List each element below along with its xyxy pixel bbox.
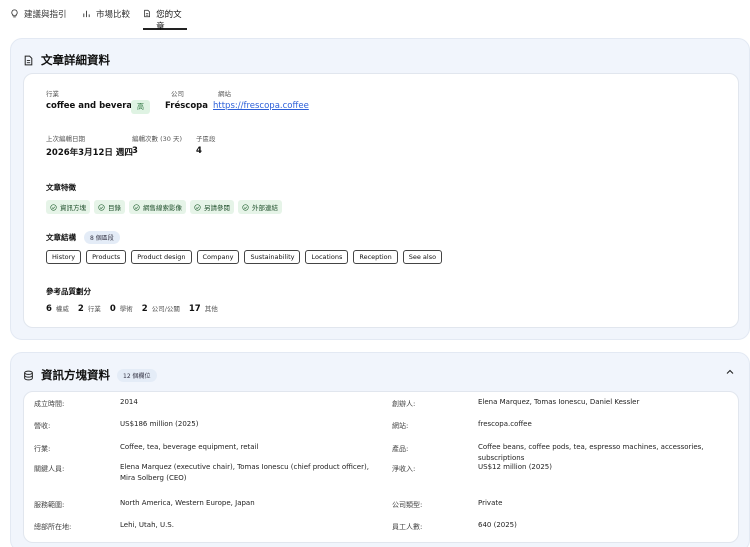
infobox-key: 總部所在地: [34,523,72,531]
quality-count: 0 [109,304,116,314]
infobox-value: 2014 [120,398,138,406]
editors-label: 編輯次數 (30 天) [132,135,182,143]
section-chip-sustainability[interactable]: Sustainability [244,250,301,264]
infobox-value: Elena Marquez (executive chair), Tomas I… [120,463,369,482]
infobox-header[interactable]: 資訊方塊資料 12 個欄位 [23,367,157,383]
quality-label: 權威 [55,305,69,313]
tab-label: 建議與指引 [24,10,67,20]
check-circle-icon [98,203,105,211]
infobox-value: US$186 million (2025) [120,420,199,428]
lightbulb-icon [11,9,18,18]
feature-chip: 目錄 [94,200,125,214]
quality-count: 6 [46,304,52,314]
infobox-value: 640 (2025) [478,521,517,529]
section-chip-history[interactable]: History [46,250,82,264]
feature-chip: 網售線索影像 [129,200,186,214]
quality-label: 學術 [119,305,133,313]
document-icon [144,9,150,18]
tab-label: 您的文章 [156,10,182,32]
article-details-panel: 文章詳細資料 行業 coffee and beverages 高 公司 Frés… [10,38,750,340]
feature-chip: 資訊方塊 [46,200,90,214]
company-label: 公司 [171,90,184,98]
subsections-label: 子區段 [196,135,216,143]
infobox-value: Coffee beans, coffee pods, tea, espresso… [478,443,704,462]
quality-title: 參考品質劃分 [46,287,91,296]
infobox-value: frescopa.coffee [478,420,532,428]
infobox-key: 營收: [34,422,51,430]
tab-market-comparison[interactable]: 市場比較 [82,8,130,30]
article-details-card: 行業 coffee and beverages 高 公司 Fréscopa 網站… [23,73,739,328]
infobox-value: Lehi, Utah, U.S. [120,521,174,529]
features-title: 文章特徵 [46,183,76,192]
infobox-key: 公司類型: [392,501,423,509]
quality-label: 其他 [204,305,218,313]
infobox-value: North America, Western Europe, Japan [120,499,255,507]
chevron-up-icon[interactable] [725,367,735,377]
infobox-key: 服務範圍: [34,501,65,509]
section-chip-company[interactable]: Company [196,250,240,264]
infobox-value: Private [478,499,503,507]
last-edited-label: 上次編輯日期 [46,135,85,143]
infobox-panel: 資訊方塊資料 12 個欄位 成立時間: 2014 創辦人: Elena Marq… [10,352,750,547]
infobox-value: US$12 million (2025) [478,463,552,471]
feature-chip: 外部連結 [238,200,282,214]
section-chip-reception[interactable]: Reception [353,250,398,264]
check-circle-icon [194,203,201,211]
infobox-key: 行業: [34,445,51,453]
website-link[interactable]: https://frescopa.coffee [213,101,309,111]
infobox-key: 淨收入: [392,465,416,473]
subsections-value: 4 [196,146,202,156]
quality-count: 17 [188,304,201,314]
features-list: 資訊方塊 目錄 網售線索影像 另請參閱 外部連結 [46,200,282,214]
editors-value: 3 [132,146,138,156]
infobox-key: 產品: [392,445,409,453]
section-chip-locations[interactable]: Locations [305,250,349,264]
structure-count-badge: 8 個區段 [84,231,120,244]
bar-chart-icon [83,10,90,18]
structure-title: 文章結構 [46,233,76,242]
document-icon [24,55,33,65]
section-chip-see-also[interactable]: See also [402,250,443,264]
tab-label: 市場比較 [96,10,131,20]
last-edited-value: 2026年3月12日 週四 [46,148,133,158]
quality-breakdown: 6 權威 2 行業 0 學術 2 公司/公關 17 其他 [46,303,227,314]
check-circle-icon [133,203,140,211]
infobox-key: 創辦人: [392,400,416,408]
tab-your-article[interactable]: 您的文章 [143,8,187,32]
check-circle-icon [50,203,57,211]
database-icon [24,370,33,380]
industry-label: 行業 [46,90,59,98]
quality-count: 2 [141,304,148,314]
infobox-value: Elena Marquez, Tomas Ionescu, Daniel Kes… [478,398,640,406]
panel-title: 文章詳細資料 [41,53,110,67]
section-chip-product-design[interactable]: Product design [131,250,192,264]
infobox-key: 關鍵人員: [34,465,65,473]
section-chip-products[interactable]: Products [86,250,127,264]
panel-title: 資訊方塊資料 [41,368,110,382]
check-circle-icon [242,203,249,211]
infobox-value: Coffee, tea, beverage equipment, retail [120,443,259,451]
industry-badge: 高 [131,100,150,114]
infobox-key: 成立時間: [34,400,65,408]
article-details-header: 文章詳細資料 [23,52,110,68]
tab-bar: 建議與指引 市場比較 您的文章 [0,0,750,32]
quality-count: 2 [77,304,84,314]
quality-label: 行業 [87,305,101,313]
quality-label: 公司/公關 [151,305,180,313]
feature-chip: 另請參閱 [190,200,234,214]
infobox-key: 員工人數: [392,523,423,531]
section-list: History Products Product design Company … [46,250,443,264]
company-value: Fréscopa [165,101,208,111]
tab-recommendations[interactable]: 建議與指引 [10,8,67,30]
infobox-field-count: 12 個欄位 [117,368,157,382]
infobox-card: 成立時間: 2014 創辦人: Elena Marquez, Tomas Ion… [23,391,739,543]
infobox-key: 網站: [392,422,409,430]
website-label: 網站 [218,90,231,98]
